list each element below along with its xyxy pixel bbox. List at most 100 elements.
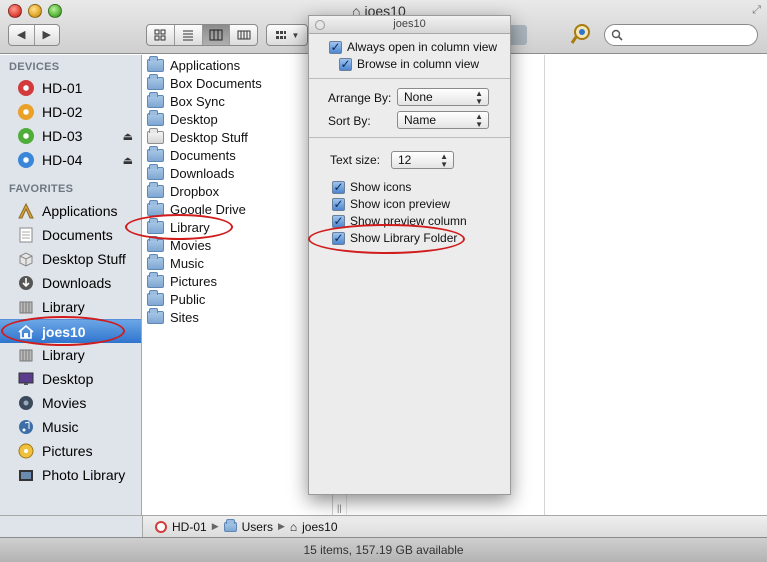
quick-look-icon[interactable] bbox=[570, 23, 592, 50]
sidebar-device-0[interactable]: HD-01 bbox=[0, 76, 141, 100]
view-options-panel: joes10 ✓ Always open in column view ✓ Br… bbox=[308, 15, 511, 495]
icon-view-button[interactable] bbox=[147, 25, 174, 45]
chevron-down-icon: ▼ bbox=[291, 30, 300, 40]
browse-column-checkbox[interactable]: ✓ Browse in column view bbox=[339, 57, 479, 71]
cover-flow-button[interactable] bbox=[229, 25, 257, 45]
home-icon: ⌂ bbox=[289, 519, 298, 534]
icon-view-icon bbox=[154, 29, 166, 41]
checkmark-icon[interactable]: ✓ bbox=[329, 40, 342, 54]
panel-title: joes10 bbox=[309, 16, 510, 34]
minimize-window-button[interactable] bbox=[28, 4, 42, 18]
hard-disk-icon bbox=[17, 151, 35, 169]
sidebar-device-1[interactable]: HD-02 bbox=[0, 100, 141, 124]
eject-icon[interactable]: ⏏ bbox=[123, 154, 133, 167]
library-icon bbox=[17, 346, 35, 364]
file-name: Downloads bbox=[170, 165, 235, 181]
arrange-by-select[interactable]: None ▲ ▼ bbox=[397, 88, 489, 106]
annotation-ellipse-joes10 bbox=[1, 316, 125, 346]
sidebar-item-downloads[interactable]: Downloads bbox=[0, 271, 141, 295]
file-item[interactable]: Public bbox=[147, 289, 205, 308]
view-mode-buttons bbox=[146, 24, 258, 46]
list-view-button[interactable] bbox=[173, 25, 202, 45]
annotation-ellipse-show-library bbox=[308, 224, 465, 254]
sidebar-device-3[interactable]: HD-04 ⏏ bbox=[0, 148, 141, 172]
zoom-window-button[interactable] bbox=[48, 4, 62, 18]
file-item[interactable]: Documents bbox=[147, 145, 236, 164]
eject-icon[interactable]: ⏏ bbox=[123, 130, 133, 143]
file-item[interactable]: Downloads bbox=[147, 163, 235, 182]
search-icon bbox=[611, 29, 623, 41]
separator bbox=[309, 137, 510, 138]
chevron-right-icon: ▶ bbox=[211, 521, 219, 531]
show-icon-preview-checkbox[interactable]: ✓ Show icon preview bbox=[332, 197, 450, 211]
column-view-button[interactable] bbox=[201, 25, 230, 45]
file-item[interactable]: Desktop bbox=[147, 109, 218, 128]
sidebar-item-label: Photo Library bbox=[42, 467, 126, 483]
sidebar-item-desktop[interactable]: Desktop bbox=[0, 367, 141, 391]
stepper-arrows-icon: ▲ ▼ bbox=[475, 112, 483, 129]
checkmark-icon[interactable]: ✓ bbox=[332, 180, 345, 194]
file-item[interactable]: Applications bbox=[147, 55, 240, 74]
file-item[interactable]: Dropbox bbox=[147, 181, 219, 200]
text-size-select[interactable]: 12 ▲ ▼ bbox=[391, 151, 454, 169]
annotation-ellipse-library bbox=[125, 214, 233, 240]
photo-library-icon bbox=[17, 466, 35, 484]
file-item[interactable]: Box Documents bbox=[147, 73, 262, 92]
sidebar-item-label: Applications bbox=[42, 203, 118, 219]
checkmark-icon[interactable]: ✓ bbox=[339, 57, 352, 71]
sidebar-item-label: HD-03 bbox=[42, 128, 83, 144]
path-item-users[interactable]: Users bbox=[242, 520, 273, 534]
file-item[interactable]: Box Sync bbox=[147, 91, 225, 110]
file-item[interactable]: Pictures bbox=[147, 271, 217, 290]
fullscreen-icon[interactable]: ⤢ bbox=[752, 4, 761, 17]
sidebar-item-applications[interactable]: Applications bbox=[0, 199, 141, 223]
stepper-arrows-icon: ▲ ▼ bbox=[475, 89, 483, 106]
path-bar: HD-01 ▶ Users ▶ ⌂ joes10 bbox=[143, 515, 767, 537]
sort-by-label: Sort By: bbox=[328, 114, 371, 128]
sidebar-item-music[interactable]: Music bbox=[0, 415, 141, 439]
path-item-hd01[interactable]: HD-01 bbox=[172, 520, 207, 534]
checkmark-icon[interactable]: ✓ bbox=[332, 197, 345, 211]
column-view-icon bbox=[209, 29, 223, 41]
sort-by-select[interactable]: Name ▲ ▼ bbox=[397, 111, 489, 129]
hard-disk-icon bbox=[17, 79, 35, 97]
download-icon bbox=[17, 274, 35, 292]
document-icon bbox=[17, 226, 35, 244]
forward-button[interactable]: ▶ bbox=[33, 25, 60, 45]
file-name: Box Sync bbox=[170, 93, 225, 109]
show-icons-checkbox[interactable]: ✓ Show icons bbox=[332, 180, 411, 194]
always-open-column-checkbox[interactable]: ✓ Always open in column view bbox=[329, 40, 497, 54]
sidebar-item-label: Music bbox=[42, 419, 79, 435]
column-divider bbox=[544, 55, 545, 515]
file-item[interactable]: Desktop Stuff bbox=[147, 127, 248, 146]
file-name: Music bbox=[170, 255, 204, 271]
sidebar-item-movies[interactable]: Movies bbox=[0, 391, 141, 415]
arrange-icon bbox=[275, 31, 286, 39]
sidebar-device-2[interactable]: HD-03 ⏏ bbox=[0, 124, 141, 148]
panel-close-button[interactable] bbox=[315, 20, 325, 30]
sidebar-item-label: Documents bbox=[42, 227, 113, 243]
column-resize-handle[interactable]: || bbox=[337, 503, 342, 513]
search-input[interactable] bbox=[627, 28, 752, 42]
search-field[interactable] bbox=[604, 24, 758, 46]
sidebar-item-desktop-stuff[interactable]: Desktop Stuff bbox=[0, 247, 141, 271]
folder-icon bbox=[147, 163, 164, 180]
file-item[interactable]: Sites bbox=[147, 307, 199, 326]
arrange-button[interactable]: ▼ bbox=[266, 24, 308, 46]
sidebar-item-pictures[interactable]: Pictures bbox=[0, 439, 141, 463]
file-name: Desktop Stuff bbox=[170, 129, 248, 145]
folder-icon bbox=[147, 91, 164, 108]
path-item-joes10[interactable]: joes10 bbox=[302, 520, 337, 534]
close-window-button[interactable] bbox=[8, 4, 22, 18]
sidebar-item-documents[interactable]: Documents bbox=[0, 223, 141, 247]
folder-icon bbox=[147, 181, 164, 198]
back-button[interactable]: ◀ bbox=[9, 25, 34, 45]
folder-icon bbox=[147, 73, 164, 90]
folder-icon bbox=[223, 518, 237, 532]
file-name: Desktop bbox=[170, 111, 218, 127]
file-item[interactable]: Music bbox=[147, 253, 204, 272]
music-icon bbox=[17, 418, 35, 436]
sidebar-item-photo-library[interactable]: Photo Library bbox=[0, 463, 141, 487]
sidebar-item-library[interactable]: Library bbox=[0, 343, 141, 367]
sidebar-item-label: HD-02 bbox=[42, 104, 83, 120]
